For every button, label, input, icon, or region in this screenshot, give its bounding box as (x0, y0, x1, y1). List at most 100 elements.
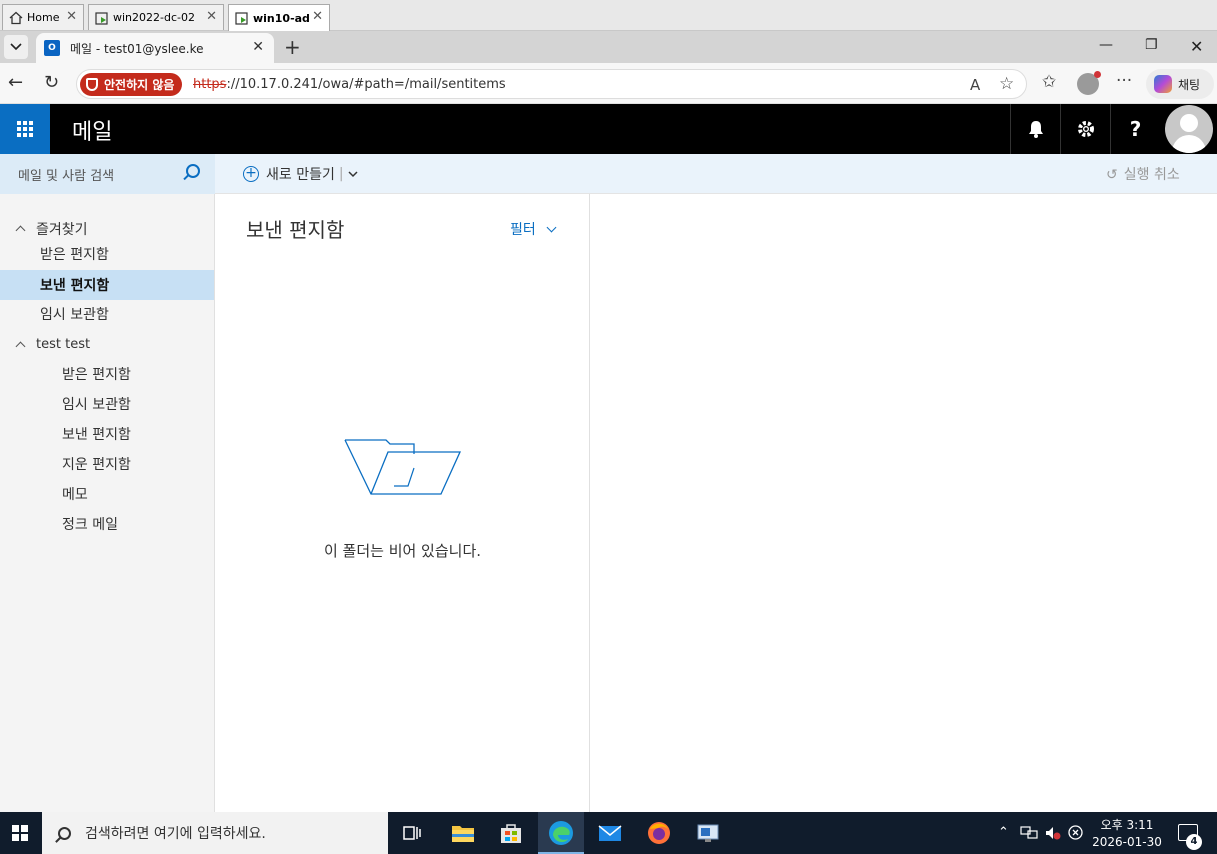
nav-inbox[interactable]: 받은 편지함 (0, 359, 214, 389)
search-input[interactable]: 메일 및 사람 검색 (18, 165, 114, 184)
remote-desktop-icon[interactable] (694, 819, 722, 847)
browser-tab-mail[interactable]: O 메일 - test01@yslee.ke ✕ (36, 33, 274, 63)
nav-item-label: 메모 (62, 487, 88, 503)
app-launcher-icon[interactable] (0, 104, 50, 154)
vm-tab-label: Home (27, 11, 60, 24)
folder-pane: 즐겨찾기 받은 편지함 보낸 편지함 임시 보관함 test test 받은 편… (0, 194, 215, 812)
undo-icon: ↺ (1106, 167, 1118, 183)
clock-date: 2026-01-30 (1092, 835, 1162, 849)
new-tab-icon[interactable]: + (284, 35, 301, 59)
browser-tab-title: 메일 - test01@yslee.ke (70, 41, 204, 56)
nav-deleted[interactable]: 지운 편지함 (0, 449, 214, 479)
nav-item-label: 임시 보관함 (40, 307, 109, 323)
firefox-icon[interactable] (645, 819, 673, 847)
nav-favorite-drafts[interactable]: 임시 보관함 (0, 299, 214, 329)
nav-item-label: 받은 편지함 (40, 247, 109, 263)
url-path: ://10.17.0.241/owa/#path=/mail/sentitems (226, 77, 506, 92)
close-icon[interactable]: ✕ (66, 9, 77, 24)
network-icon[interactable] (1020, 825, 1038, 841)
account-header[interactable]: test test (15, 337, 91, 352)
user-avatar[interactable] (1165, 105, 1213, 153)
nav-favorite-inbox[interactable]: 받은 편지함 (0, 239, 214, 269)
undo-button[interactable]: ↺ 실행 취소 (1106, 164, 1180, 184)
home-icon (9, 11, 23, 25)
status-error-icon[interactable] (1068, 825, 1083, 840)
nav-drafts[interactable]: 임시 보관함 (0, 389, 214, 419)
nav-item-label: 정크 메일 (62, 517, 118, 533)
chevron-down-icon (10, 43, 22, 51)
folder-title: 보낸 편지함 (246, 218, 345, 242)
search-icon[interactable] (186, 164, 200, 178)
notification-count-badge: 4 (1186, 834, 1202, 850)
nav-item-label: 지운 편지함 (62, 457, 131, 473)
search-box[interactable]: 메일 및 사람 검색 (0, 154, 215, 194)
settings-button[interactable] (1060, 104, 1110, 154)
taskbar-search[interactable]: 검색하려면 여기에 입력하세요. (42, 812, 388, 854)
vm-tab-win2022-dc-02[interactable]: win2022-dc-02 ✕ (88, 4, 224, 30)
help-button[interactable]: ? (1110, 104, 1160, 154)
plus-circle-icon: + (243, 166, 259, 182)
separator: | (338, 166, 344, 182)
microsoft-store-icon[interactable] (497, 819, 525, 847)
collapse-icon (15, 341, 26, 351)
chevron-down-icon[interactable] (348, 170, 358, 178)
nav-favorite-sent[interactable]: 보낸 편지함 (0, 270, 214, 300)
vm-tab-win10-ad[interactable]: win10-ad ✕ (228, 4, 330, 31)
chevron-down-icon (546, 222, 557, 232)
notifications-button[interactable] (1010, 104, 1060, 154)
taskbar-active-edge[interactable] (538, 812, 584, 854)
nav-notes[interactable]: 메모 (0, 479, 214, 509)
copilot-chat-button[interactable]: 채팅 (1146, 69, 1214, 99)
account-label: test test (36, 337, 91, 352)
windows-start-icon[interactable] (12, 825, 28, 841)
show-hidden-icons[interactable]: ⌃ (998, 825, 1009, 840)
filter-label: 필터 (510, 222, 536, 238)
tab-actions-button[interactable] (4, 35, 28, 59)
clock-time: 오후 3:11 (1100, 818, 1154, 832)
mail-app-icon[interactable] (596, 819, 624, 847)
url-scheme: https (193, 77, 227, 92)
nav-sent[interactable]: 보낸 편지함 (0, 419, 214, 449)
vm-tab-strip: Home ✕ win2022-dc-02 ✕ win10-ad ✕ (0, 0, 1217, 31)
close-icon[interactable]: ✕ (312, 9, 323, 24)
read-aloud-icon[interactable]: A (970, 76, 980, 94)
back-icon[interactable]: ← (8, 72, 23, 93)
profile-avatar[interactable] (1077, 71, 1101, 95)
gear-icon (1077, 121, 1094, 137)
security-warning-badge[interactable]: 안전하지 않음 (80, 73, 183, 96)
copilot-label: 채팅 (1178, 77, 1201, 92)
vm-console-icon (95, 11, 109, 25)
address-bar-row: ← ↻ 안전하지 않음 https://10.17.0.241/owa/#pat… (0, 63, 1217, 104)
taskbar-search-input[interactable]: 검색하려면 여기에 입력하세요. (85, 823, 266, 843)
close-icon[interactable]: ✕ (252, 39, 264, 55)
vm-tab-label: win2022-dc-02 (113, 11, 195, 24)
file-explorer-icon[interactable] (449, 819, 477, 847)
nav-item-label: 받은 편지함 (62, 367, 131, 383)
volume-muted-icon[interactable] (1045, 825, 1061, 841)
task-view-icon[interactable] (398, 819, 426, 847)
favorites-header[interactable]: 즐겨찾기 (15, 219, 88, 239)
taskbar: 검색하려면 여기에 입력하세요. ⌃ 오후 3:11 2026-01-30 4 (0, 812, 1217, 854)
favorites-icon[interactable]: ✩ (1042, 72, 1056, 92)
filter-button[interactable]: 필터 (510, 219, 557, 239)
restore-icon[interactable]: ❐ (1145, 37, 1158, 53)
empty-folder-message: 이 폴더는 비어 있습니다. (323, 542, 482, 560)
app-title: 메일 (72, 120, 113, 145)
owa-header: 메일 ? (0, 104, 1217, 154)
vm-tab-home[interactable]: Home ✕ (2, 4, 84, 30)
refresh-icon[interactable]: ↻ (44, 72, 59, 93)
minimize-icon[interactable]: — (1099, 37, 1113, 53)
address-bar[interactable]: 안전하지 않음 https://10.17.0.241/owa/#path=/m… (76, 69, 1027, 99)
close-icon[interactable]: ✕ (206, 9, 217, 24)
favorite-star-icon[interactable]: ☆ (999, 74, 1014, 94)
shield-icon (86, 78, 98, 91)
nav-junk[interactable]: 정크 메일 (0, 509, 214, 539)
close-window-icon[interactable]: ✕ (1190, 37, 1203, 56)
copilot-icon (1154, 75, 1172, 93)
clock[interactable]: 오후 3:11 2026-01-30 (1092, 817, 1162, 851)
new-message-button[interactable]: + 새로 만들기 | (243, 164, 358, 184)
url-text: https://10.17.0.241/owa/#path=/mail/sent… (193, 77, 506, 92)
outlook-icon: O (44, 40, 60, 56)
nav-item-label: 보낸 편지함 (62, 427, 131, 443)
more-icon[interactable]: ··· (1116, 71, 1132, 91)
